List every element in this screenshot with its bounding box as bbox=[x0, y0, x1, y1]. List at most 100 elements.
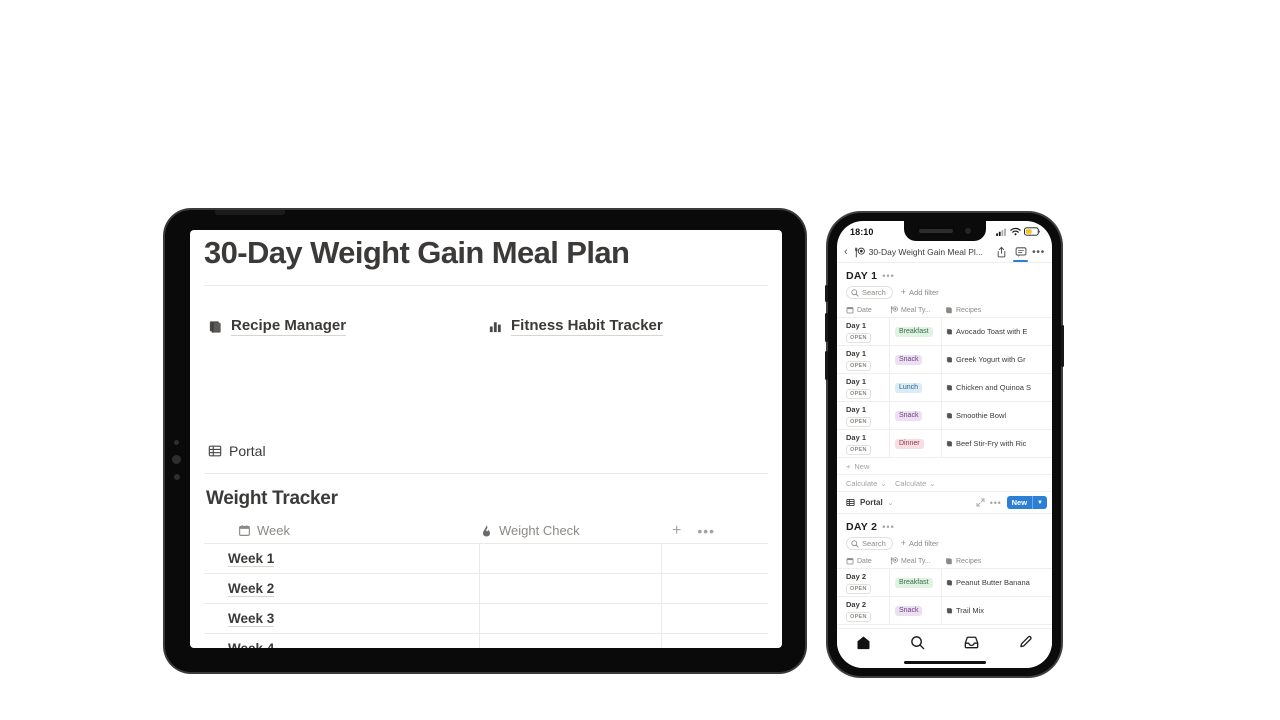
fitness-habit-tracker-link[interactable]: Fitness Habit Tracker bbox=[488, 317, 768, 337]
tablet-power-button[interactable] bbox=[174, 440, 179, 445]
cell-date[interactable]: Day 1 OPEN bbox=[837, 318, 890, 345]
table-cell-week[interactable]: Week 3 bbox=[204, 604, 480, 634]
week-link[interactable]: Week 3 bbox=[228, 611, 275, 627]
table-row[interactable]: Week 1 bbox=[204, 543, 768, 574]
cell-recipe[interactable]: Chicken and Quinoa S bbox=[942, 374, 1052, 401]
cell-date[interactable]: Day 1 OPEN bbox=[837, 346, 890, 373]
recipe-manager-link[interactable]: Recipe Manager bbox=[208, 317, 488, 337]
week-link[interactable]: Week 4 bbox=[228, 641, 274, 648]
cell-meal-type[interactable]: Breakfast bbox=[890, 569, 942, 596]
recipe-label[interactable]: Smoothie Bowl bbox=[956, 411, 1006, 420]
table-more-button[interactable]: ••• bbox=[697, 524, 715, 538]
week-link[interactable]: Week 1 bbox=[228, 551, 275, 567]
column-header-meal-type[interactable]: Meal Ty... bbox=[890, 306, 942, 314]
column-header-date[interactable]: Date bbox=[837, 557, 890, 565]
table-cell-week[interactable]: Week 2 bbox=[204, 574, 480, 604]
search-button[interactable]: Search bbox=[846, 286, 893, 299]
cell-recipe[interactable]: Trail Mix bbox=[942, 597, 1052, 624]
status-badge[interactable]: OPEN bbox=[846, 416, 871, 427]
cell-recipe[interactable]: Greek Yogurt with Gr bbox=[942, 346, 1052, 373]
cell-meal-type[interactable]: Snack bbox=[890, 346, 942, 373]
tablet-volume-down-button[interactable] bbox=[174, 474, 180, 480]
recipe-label[interactable]: Trail Mix bbox=[956, 606, 984, 615]
meal-row[interactable]: Day 2 OPEN Snack Trail Mix bbox=[837, 597, 1052, 625]
expand-icon[interactable] bbox=[976, 498, 985, 507]
cell-date[interactable]: Day 2 OPEN bbox=[837, 597, 890, 624]
week-link[interactable]: Week 2 bbox=[228, 581, 275, 597]
calculate-date-button[interactable]: Calculate ⌄ bbox=[837, 475, 890, 491]
table-row[interactable]: Week 3 bbox=[204, 603, 768, 634]
meal-row[interactable]: Day 1 OPEN Snack Smoothie Bowl bbox=[837, 402, 1052, 430]
cell-meal-type[interactable]: Snack bbox=[890, 597, 942, 624]
meal-row[interactable]: Day 1 OPEN Dinner Beef Stir-Fry with Ric bbox=[837, 430, 1052, 458]
recipe-label[interactable]: Peanut Butter Banana bbox=[956, 578, 1030, 587]
recipe-label[interactable]: Chicken and Quinoa S bbox=[956, 383, 1031, 392]
cell-recipe[interactable]: Beef Stir-Fry with Ric bbox=[942, 430, 1052, 457]
add-filter-button[interactable]: + Add filter bbox=[901, 288, 939, 298]
meal-row[interactable]: Day 1 OPEN Lunch Chicken and Quinoa S bbox=[837, 374, 1052, 402]
table-cell-weight-check[interactable] bbox=[480, 604, 662, 634]
table-cell-weight-check[interactable] bbox=[480, 544, 662, 574]
home-indicator[interactable] bbox=[837, 656, 1052, 668]
phone-power-button[interactable] bbox=[1061, 325, 1064, 367]
add-column-button[interactable]: + bbox=[672, 522, 681, 539]
cell-date[interactable]: Day 1 OPEN bbox=[837, 402, 890, 429]
tablet-volume-up-button[interactable] bbox=[172, 455, 181, 464]
calculate-meal-type-button[interactable]: Calculate ⌄ bbox=[890, 475, 942, 491]
table-cell-empty[interactable] bbox=[662, 604, 768, 633]
phone-content-scroll[interactable]: DAY 1 ••• Search + Add filter Date Meal … bbox=[837, 263, 1052, 628]
table-row[interactable]: Week 2 bbox=[204, 573, 768, 604]
meal-row[interactable]: Day 1 OPEN Snack Greek Yogurt with Gr bbox=[837, 346, 1052, 374]
meal-row[interactable]: Day 1 OPEN Breakfast Avocado Toast with … bbox=[837, 318, 1052, 346]
phone-silent-switch[interactable] bbox=[825, 285, 828, 302]
header-more-button[interactable]: ••• bbox=[1032, 247, 1046, 258]
meal-row[interactable]: Day 2 OPEN Breakfast Peanut Butter Banan… bbox=[837, 569, 1052, 597]
cell-meal-type[interactable]: Breakfast bbox=[890, 318, 942, 345]
table-cell-empty[interactable] bbox=[662, 574, 768, 603]
status-badge[interactable]: OPEN bbox=[846, 332, 871, 343]
day-2-more-button[interactable]: ••• bbox=[882, 522, 894, 532]
cell-meal-type[interactable]: Dinner bbox=[890, 430, 942, 457]
new-row-button[interactable]: + New bbox=[837, 458, 1052, 475]
portal-block[interactable]: Portal bbox=[204, 443, 768, 459]
table-cell-empty[interactable] bbox=[662, 634, 768, 648]
column-header-week[interactable]: Week bbox=[204, 523, 480, 538]
add-filter-button[interactable]: + Add filter bbox=[901, 539, 939, 549]
column-header-date[interactable]: Date bbox=[837, 306, 890, 314]
cell-meal-type[interactable]: Snack bbox=[890, 402, 942, 429]
cell-date[interactable]: Day 1 OPEN bbox=[837, 430, 890, 457]
table-cell-empty[interactable] bbox=[662, 544, 768, 573]
cell-date[interactable]: Day 2 OPEN bbox=[837, 569, 890, 596]
recipe-label[interactable]: Avocado Toast with E bbox=[956, 327, 1027, 336]
chevron-down-icon[interactable]: ⌄ bbox=[888, 499, 894, 507]
column-header-meal-type[interactable]: Meal Ty... bbox=[890, 557, 942, 565]
nav-search-button[interactable] bbox=[907, 633, 929, 653]
table-row[interactable]: Week 4 bbox=[204, 633, 768, 648]
cell-date[interactable]: Day 1 OPEN bbox=[837, 374, 890, 401]
back-button[interactable]: ‹ bbox=[842, 246, 850, 258]
comment-icon[interactable] bbox=[1013, 244, 1029, 262]
status-badge[interactable]: OPEN bbox=[846, 360, 871, 371]
status-badge[interactable]: OPEN bbox=[846, 583, 871, 594]
nav-compose-button[interactable] bbox=[1014, 633, 1036, 653]
phone-volume-up-button[interactable] bbox=[825, 313, 828, 342]
status-badge[interactable]: OPEN bbox=[846, 388, 871, 399]
cell-recipe[interactable]: Smoothie Bowl bbox=[942, 402, 1052, 429]
portal-more-button[interactable]: ••• bbox=[990, 498, 1002, 508]
status-badge[interactable]: OPEN bbox=[846, 611, 871, 622]
table-cell-week[interactable]: Week 4 bbox=[204, 634, 480, 648]
column-header-recipes[interactable]: Recipes bbox=[942, 557, 1052, 565]
column-header-weight-check[interactable]: Weight Check bbox=[480, 523, 662, 538]
recipe-label[interactable]: Greek Yogurt with Gr bbox=[956, 355, 1026, 364]
cell-recipe[interactable]: Peanut Butter Banana bbox=[942, 569, 1052, 596]
recipe-label[interactable]: Beef Stir-Fry with Ric bbox=[956, 439, 1026, 448]
table-cell-week[interactable]: Week 1 bbox=[204, 544, 480, 574]
chevron-down-icon[interactable]: ▼ bbox=[1032, 496, 1047, 509]
column-header-recipes[interactable]: Recipes bbox=[942, 306, 1052, 314]
share-icon[interactable] bbox=[994, 244, 1009, 261]
day-1-more-button[interactable]: ••• bbox=[882, 271, 894, 281]
cell-recipe[interactable]: Avocado Toast with E bbox=[942, 318, 1052, 345]
nav-home-button[interactable] bbox=[853, 633, 875, 653]
table-cell-weight-check[interactable] bbox=[480, 634, 662, 648]
table-cell-weight-check[interactable] bbox=[480, 574, 662, 604]
